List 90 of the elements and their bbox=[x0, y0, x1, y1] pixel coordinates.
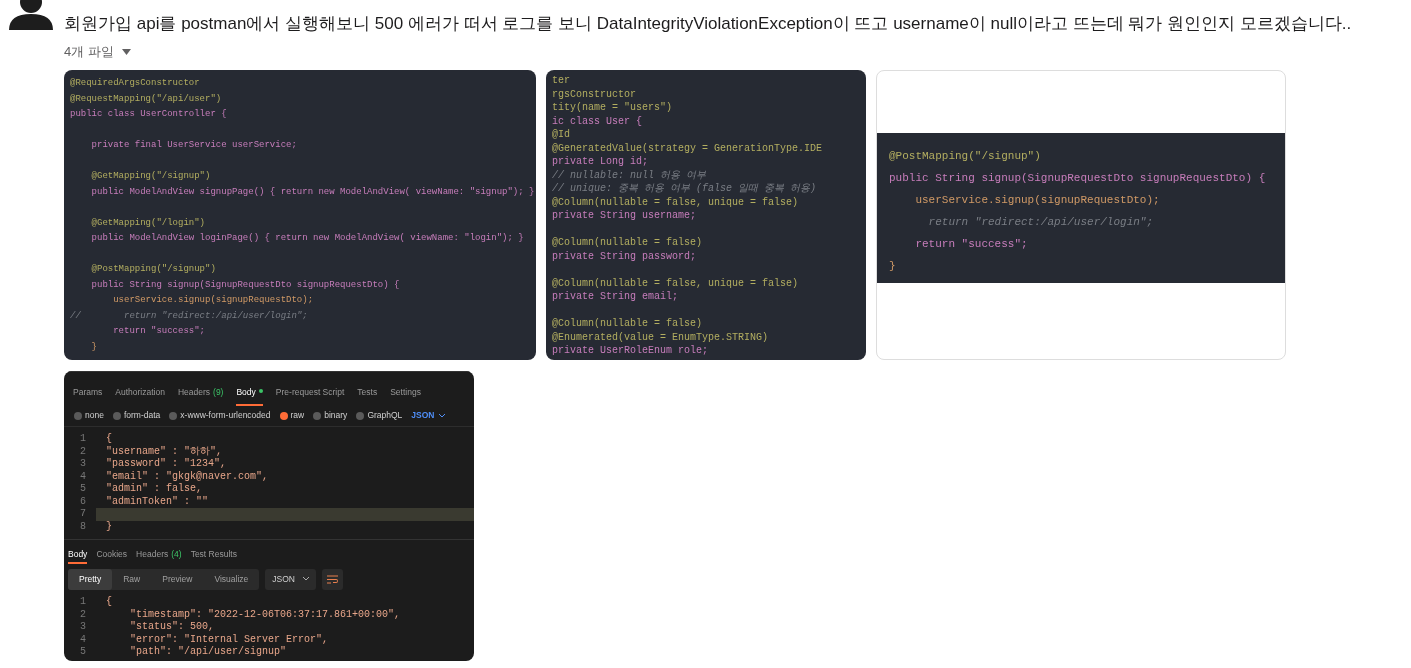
body-type-option[interactable]: GraphQL bbox=[356, 409, 403, 422]
format-dropdown[interactable]: JSON bbox=[411, 409, 445, 422]
avatar-icon bbox=[8, 0, 54, 30]
code-line: ic class User { bbox=[552, 114, 643, 128]
line-number: 2 bbox=[79, 608, 87, 621]
code-line: private String username; bbox=[552, 209, 698, 223]
code-line: // unique: 중복 허용 여부 (false 일때 중복 허용) bbox=[552, 182, 818, 196]
code-line: "timestamp": "2022-12-06T06:37:17.861+00:00", bbox=[129, 608, 401, 621]
view-mode-button[interactable]: Pretty bbox=[68, 568, 113, 590]
code-line: private String email; bbox=[552, 290, 680, 304]
code-line: @GetMapping("/login") bbox=[90, 216, 207, 230]
caret-icon[interactable] bbox=[121, 49, 131, 55]
code-line: ter bbox=[552, 74, 571, 88]
code-line: private final UserService userService; bbox=[90, 139, 298, 152]
request-tab[interactable]: Pre-request Script bbox=[275, 386, 345, 406]
code-line: @Column(nullable = false) bbox=[552, 236, 704, 250]
view-mode-button[interactable]: Preview bbox=[151, 568, 204, 590]
code-line: public ModelAndView loginPage() { return new ModelAndView( viewName: "login"); } bbox=[90, 232, 525, 245]
code-line: @Enumerated(value = EnumType.STRING) bbox=[552, 330, 770, 344]
line-number: 1 bbox=[79, 596, 87, 609]
code-line: "path": "/api/user/signup" bbox=[129, 646, 287, 659]
code-line: userService.signup(signupRequestDto); bbox=[914, 193, 1161, 208]
code-line: } bbox=[90, 340, 98, 354]
code-line: public String signup(SignupRequestDto signupRequestDto) { bbox=[90, 278, 401, 292]
code-line: @PostMapping("/signup") bbox=[889, 149, 1042, 164]
code-line: "error": "Internal Server Error", bbox=[129, 633, 329, 646]
code-line: public String signup(SignupRequestDto signupRequestDto) { bbox=[889, 171, 1267, 186]
code-line: @Column(nullable = false) bbox=[552, 317, 704, 331]
code-line: "adminToken" : "" bbox=[105, 495, 209, 508]
code-line: "admin" : false, bbox=[105, 483, 202, 496]
code-screenshot[interactable] bbox=[64, 70, 536, 360]
response-tab[interactable]: Test Results bbox=[190, 548, 237, 564]
code-screenshot[interactable]: @PostMapping("/signup") public String signup(SignupRequestDto signupRequestDto) { userService.signup(signupRequestDto); return "redirect:/api/user/login"; return "success"; } bbox=[876, 70, 1286, 360]
wrap-lines-icon[interactable] bbox=[322, 568, 343, 590]
code-line: // nullable: null 허용 여부 bbox=[552, 168, 708, 182]
body-type-option[interactable]: form-data bbox=[112, 409, 161, 422]
request-tab[interactable]: Tests bbox=[357, 386, 378, 406]
line-number: 7 bbox=[64, 508, 96, 521]
line-number: 5 bbox=[79, 646, 87, 659]
code-line: @Id bbox=[552, 128, 571, 142]
code-line: return "redirect:/api/user/login"; bbox=[927, 215, 1155, 230]
view-mode-button[interactable]: Raw bbox=[112, 568, 152, 590]
code-line: "username" : "하하", bbox=[105, 445, 222, 458]
message-text: 회원가입 api를 postman에서 실행해보니 500 에러가 떠서 로그를 보니 DataIntegrityViolationException이 뜨고 username이 null이라고 뜨는데 뭐가 원인인지 모르겠습니다.. bbox=[64, 13, 1353, 35]
response-tab[interactable]: Cookies bbox=[96, 548, 128, 564]
code-line: rgsConstructor bbox=[552, 87, 637, 101]
request-tab[interactable]: Authorization bbox=[115, 386, 165, 406]
code-line: @RequiredArgsConstructor bbox=[70, 77, 201, 90]
files-label: 4개 파일 bbox=[64, 43, 114, 62]
code-line: } bbox=[889, 259, 897, 274]
request-tab[interactable]: Body bbox=[236, 386, 263, 406]
code-line: userService.signup(signupRequestDto); bbox=[112, 294, 315, 307]
code-line: "email" : "gkgk@naver.com", bbox=[105, 470, 269, 483]
body-type-option[interactable]: none bbox=[74, 409, 104, 422]
code-line: return "success"; bbox=[914, 237, 1029, 252]
code-line: public class UserController { bbox=[70, 108, 228, 121]
code-line: tity(name = "users") bbox=[552, 101, 674, 115]
code-line: { bbox=[105, 596, 112, 609]
code-line: @PostMapping("/signup") bbox=[90, 263, 217, 276]
body-type-option[interactable]: raw bbox=[279, 409, 305, 422]
view-mode-button[interactable]: Visualize bbox=[203, 568, 260, 590]
line-number: 3 bbox=[79, 621, 87, 634]
code-line: private String password; bbox=[552, 249, 698, 263]
code-line: private UserRoleEnum role; bbox=[552, 344, 710, 358]
response-tab[interactable]: Headers (4) bbox=[136, 548, 182, 564]
code-screenshot[interactable] bbox=[546, 70, 866, 360]
code-line: @Column(nullable = false, unique = false) bbox=[552, 195, 800, 209]
code-line: "status": 500, bbox=[129, 621, 215, 634]
code-line: @GeneratedValue(strategy = GenerationType.IDE bbox=[552, 141, 824, 155]
chevron-icon bbox=[303, 577, 309, 581]
postman-screenshot[interactable] bbox=[64, 371, 474, 661]
request-tab[interactable]: Settings bbox=[390, 386, 421, 406]
code-line: public ModelAndView signupPage() { return new ModelAndView( viewName: "signup"); } bbox=[90, 185, 536, 199]
response-tab[interactable]: Body bbox=[68, 548, 88, 564]
code-line: "password" : "1234", bbox=[105, 458, 227, 471]
format-dropdown[interactable]: JSON bbox=[265, 568, 316, 590]
code-line: @RequestMapping("/api/user") bbox=[70, 92, 223, 106]
request-tab[interactable]: Headers (9) bbox=[177, 386, 224, 406]
code-line: } bbox=[105, 520, 112, 533]
chevron-icon bbox=[438, 413, 445, 418]
code-line: { bbox=[105, 433, 112, 446]
body-type-option[interactable]: x-www-form-urlencoded bbox=[169, 409, 271, 422]
line-number: 4 bbox=[79, 633, 87, 646]
code-line: return "success"; bbox=[112, 325, 207, 338]
body-type-option[interactable]: binary bbox=[313, 409, 348, 422]
code-line: // return "redirect:/api/user/login"; bbox=[70, 309, 309, 323]
code-line: private Long id; bbox=[552, 155, 649, 169]
code-line: @GetMapping("/signup") bbox=[90, 170, 212, 183]
request-tab[interactable]: Params bbox=[73, 386, 103, 406]
code-line: @Column(nullable = false, unique = false) bbox=[552, 276, 800, 290]
